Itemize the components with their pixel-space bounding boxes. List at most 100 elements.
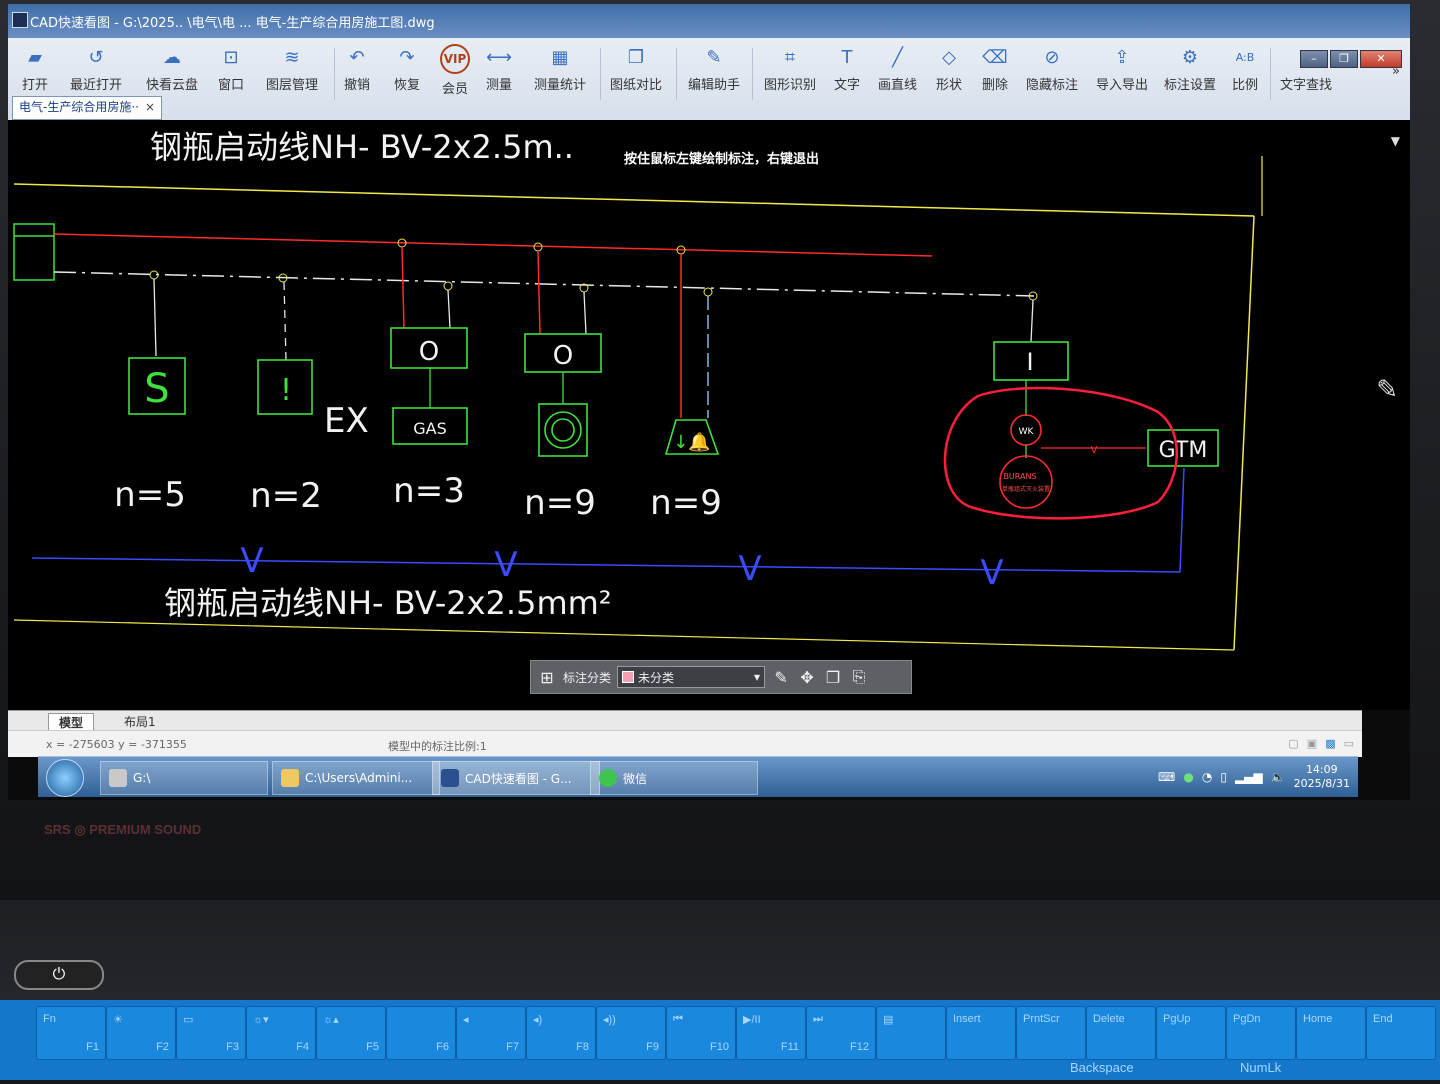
delete-button[interactable]: ⌫ 删除 <box>982 44 1008 94</box>
key-bottom-label: F3 <box>226 1041 239 1053</box>
annotation-category-select[interactable]: 未分类 ▾ <box>617 666 766 688</box>
network-icon[interactable]: ◔ <box>1202 770 1212 784</box>
close-tab-icon[interactable]: × <box>145 100 155 114</box>
save-icon[interactable]: ▣ <box>1307 737 1317 750</box>
device-4-count: n=9 <box>524 483 596 523</box>
start-button[interactable] <box>46 759 84 797</box>
keyboard-key[interactable]: PgUp <box>1156 1006 1226 1060</box>
bus-mark: V <box>738 549 761 589</box>
keyboard-key[interactable]: Home <box>1296 1006 1366 1060</box>
chevron-down-icon[interactable]: ▼ <box>1391 134 1400 148</box>
key-bottom-label: F9 <box>646 1041 659 1053</box>
text-button[interactable]: T 文字 <box>834 44 860 94</box>
grid-icon[interactable]: ⊞ <box>537 668 557 687</box>
layer-manager-button[interactable]: ≋ 图层管理 <box>266 44 318 94</box>
keyboard-key[interactable]: ◂) F8 <box>526 1006 596 1060</box>
battery-icon[interactable]: ▯ <box>1220 770 1227 784</box>
undo-button[interactable]: ↶ 撤销 <box>344 44 370 94</box>
keyboard-key[interactable]: ▶/II F11 <box>736 1006 806 1060</box>
keyboard-key[interactable]: ☼▾ F4 <box>246 1006 316 1060</box>
key-bottom-label: F8 <box>576 1041 589 1053</box>
sounder-outer-ring <box>544 411 582 449</box>
cloud-drive-button[interactable]: ☁ 快看云盘 <box>146 44 198 94</box>
close-button[interactable]: ✕ <box>1360 50 1402 68</box>
keyboard-key[interactable]: ◂ F7 <box>456 1006 526 1060</box>
keyboard-key[interactable]: Fn F1 <box>36 1006 106 1060</box>
wechat-tray-icon[interactable]: ● <box>1183 770 1193 784</box>
signal-icon[interactable]: ▂▄▆ <box>1235 770 1263 784</box>
recent-open-button[interactable]: ↺ 最近打开 <box>70 44 122 94</box>
move-icon[interactable]: ✥ <box>797 668 817 687</box>
snap-icon[interactable]: ▩ <box>1325 737 1335 750</box>
tab-layout1[interactable]: 布局1 <box>114 713 166 730</box>
redo-button[interactable]: ↷ 恢复 <box>394 44 420 94</box>
document-tab[interactable]: 电气-生产综合用房施·· × <box>12 96 163 120</box>
key-top-label: ☀ <box>113 1014 123 1026</box>
task-explorer-users[interactable]: C:\Users\Admini... <box>272 761 440 795</box>
key-top-label: ▤ <box>883 1014 894 1026</box>
folder-icon[interactable]: ▢ <box>1288 737 1298 750</box>
keyboard-key[interactable]: ▤ <box>876 1006 946 1060</box>
keyboard-key[interactable]: F6 <box>386 1006 456 1060</box>
cursor-coordinates: x = -275603 y = -371355 <box>46 738 187 751</box>
drawing-canvas[interactable]: S ! EX O GAS O ↓🔔 I WK BURANS 单瓶组式灭火装置 V… <box>8 120 1410 710</box>
keyboard-key[interactable]: End <box>1366 1006 1436 1060</box>
scale-button[interactable]: A:B 比例 <box>1232 44 1258 94</box>
keyboard-key[interactable]: ▭ F3 <box>176 1006 246 1060</box>
minimize-button[interactable]: – <box>1300 50 1328 68</box>
shape-recognize-button[interactable]: ⌗ 图形识别 <box>764 44 816 94</box>
keyboard-key[interactable]: PrntScr <box>1016 1006 1086 1060</box>
toolbar: ▰ 打开 ↺ 最近打开 ☁ 快看云盘 ⊡ 窗口 ≋ 图层管理 ↶ 撤销 ↷ 恢复 VIP 会员 … <box>8 38 1410 121</box>
measure-button[interactable]: ⟷ 测量 <box>486 44 512 94</box>
keyboard-key[interactable]: ☀ F2 <box>106 1006 176 1060</box>
junction-node <box>443 281 453 291</box>
volume-icon[interactable]: 🔈 <box>1271 770 1286 784</box>
draw-line-button[interactable]: ╱ 画直线 <box>878 44 917 94</box>
edit-assistant-button[interactable]: ✎ 编辑助手 <box>688 44 740 94</box>
task-explorer-g[interactable]: G:\ <box>100 761 268 795</box>
keyboard-key[interactable]: PgDn <box>1226 1006 1296 1060</box>
numlock-key[interactable]: NumLk <box>1240 1060 1281 1084</box>
task-cad-viewer[interactable]: CAD快速看图 - G... <box>432 761 600 795</box>
hide-annotation-button[interactable]: ⊘ 隐藏标注 <box>1026 44 1078 94</box>
keyboard-icon[interactable]: ⌨ <box>1158 770 1175 784</box>
settings-icon[interactable]: ▭ <box>1344 737 1354 750</box>
key-bottom-label: F10 <box>710 1041 729 1053</box>
key-top-label: ☼▴ <box>323 1014 339 1026</box>
window-button[interactable]: ⊡ 窗口 <box>218 44 244 94</box>
keyboard-key[interactable]: Delete <box>1086 1006 1156 1060</box>
layers-icon: ≋ <box>284 46 300 68</box>
measure-stats-button[interactable]: ▦ 测量统计 <box>534 44 586 94</box>
toolbar-separator <box>752 48 753 100</box>
speaker-brand-logo: SRS ◎ PREMIUM SOUND <box>44 822 202 837</box>
annotation-settings-button[interactable]: ⚙ 标注设置 <box>1164 44 1216 94</box>
cloud-icon: ☁ <box>163 46 181 68</box>
clock[interactable]: 14:09 2025/8/31 <box>1294 763 1350 791</box>
edit-icon[interactable]: ✎ <box>771 668 791 687</box>
key-top-label: PgDn <box>1233 1013 1261 1025</box>
import-export-button[interactable]: ⇪ 导入导出 <box>1096 44 1148 94</box>
shape-button[interactable]: ◇ 形状 <box>936 44 962 94</box>
keyboard-key[interactable]: ☼▴ F5 <box>316 1006 386 1060</box>
copy-icon[interactable]: ❐ <box>823 668 843 687</box>
redo-icon: ↷ <box>399 46 415 68</box>
toolbar-separator <box>600 48 601 100</box>
keyboard-key[interactable]: ⏮ F10 <box>666 1006 736 1060</box>
keyboard-key[interactable]: ◂)) F9 <box>596 1006 666 1060</box>
keyboard-key[interactable]: Insert <box>946 1006 1016 1060</box>
compare-button[interactable]: ❐ 图纸对比 <box>610 44 662 94</box>
key-top-label: Insert <box>953 1013 981 1025</box>
pencil-icon[interactable]: ✎ <box>1376 375 1398 405</box>
power-button[interactable]: ⏻ <box>14 960 104 990</box>
vip-button[interactable]: VIP 会员 <box>440 44 470 97</box>
open-button[interactable]: ▰ 打开 <box>22 44 48 94</box>
measure-stats-icon: ▦ <box>551 46 569 68</box>
tab-model[interactable]: 模型 <box>48 713 95 731</box>
paste-icon[interactable]: ⎘ <box>849 667 869 687</box>
task-wechat[interactable]: 微信 <box>590 761 758 795</box>
restore-button[interactable]: ❐ <box>1330 50 1358 68</box>
keyboard-key[interactable]: ⏭ F12 <box>806 1006 876 1060</box>
hand-drawn-annotation-circle <box>943 386 1179 520</box>
key-top-label: ▭ <box>183 1014 194 1026</box>
backspace-key[interactable]: Backspace <box>1070 1060 1134 1084</box>
